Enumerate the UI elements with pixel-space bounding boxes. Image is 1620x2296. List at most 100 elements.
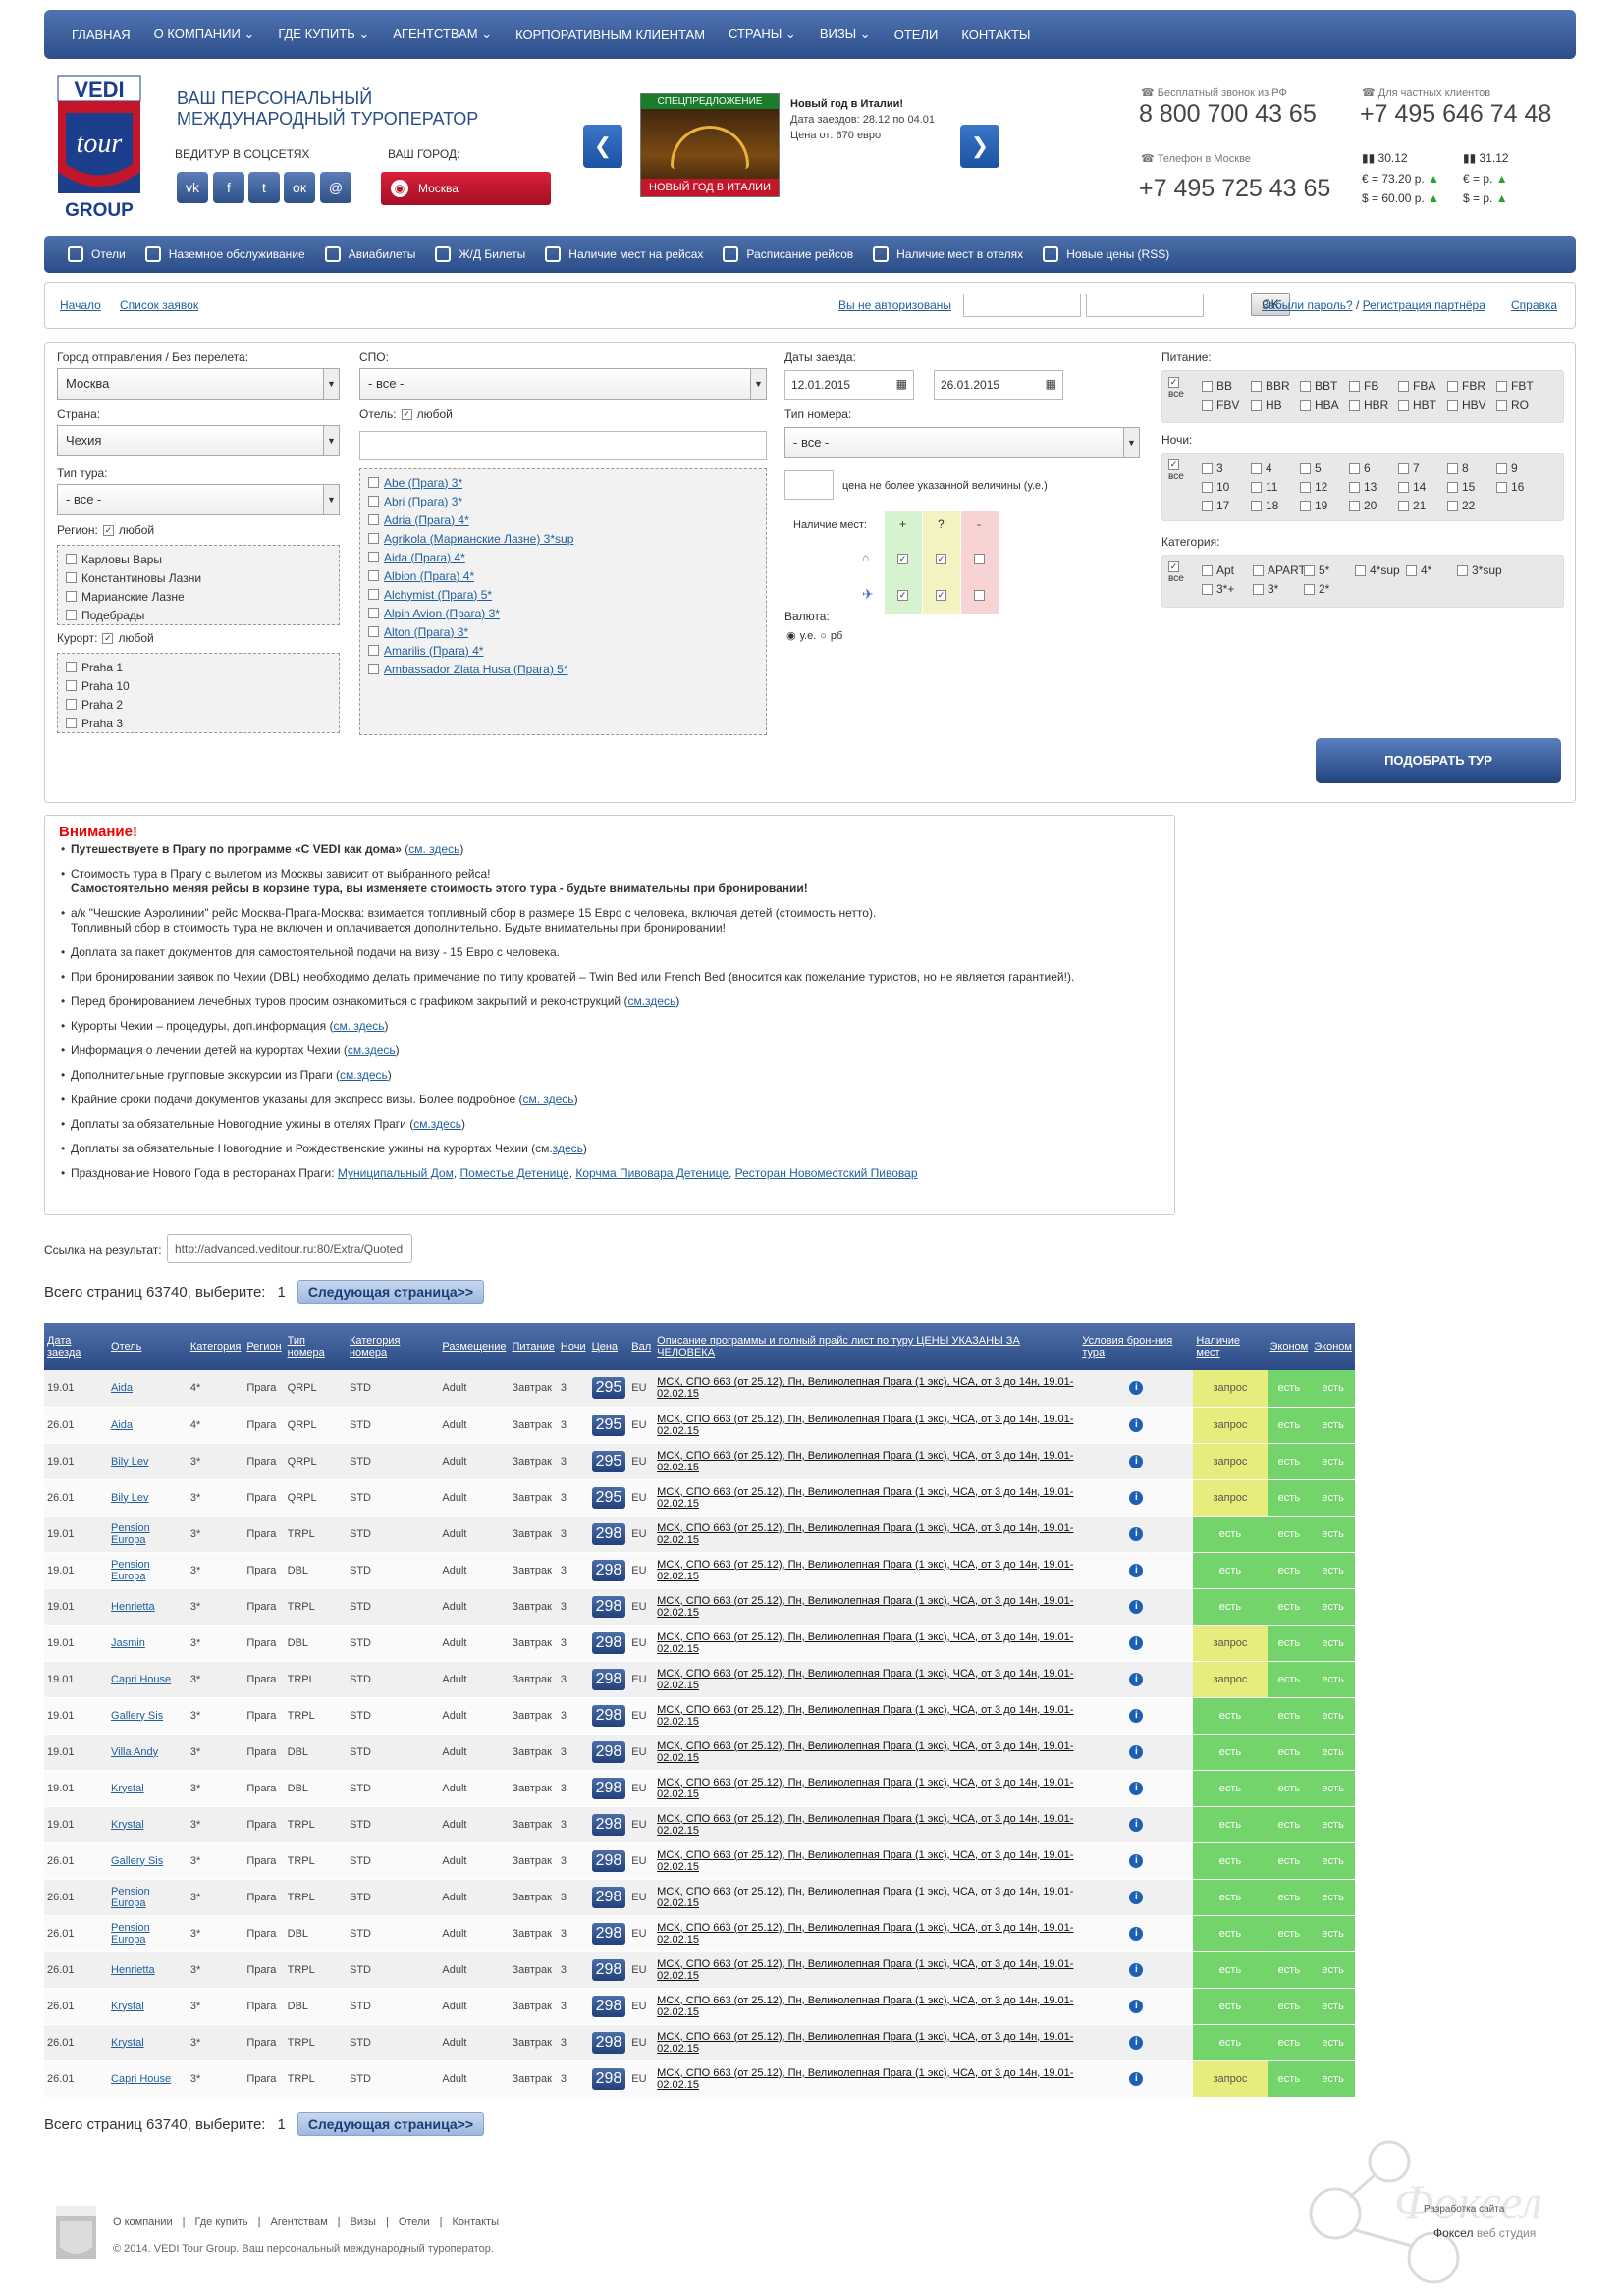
tour-type-select[interactable]: - все - ▼ (57, 484, 340, 515)
list-checkbox[interactable] (368, 589, 379, 600)
hotel-link[interactable]: Gallery Sis (111, 1710, 163, 1722)
subnav-item[interactable]: Наличие мест в отелях (863, 246, 1033, 262)
option[interactable]: 3*+ (1202, 582, 1234, 596)
info-icon[interactable]: i (1129, 1890, 1144, 1904)
option[interactable]: FBR (1447, 379, 1485, 393)
column-header[interactable]: Условия брон-ния тура (1079, 1323, 1194, 1370)
list-checkbox[interactable] (368, 496, 379, 507)
avail-hotel-q-checkbox[interactable]: ✓ (936, 554, 946, 564)
option[interactable]: 21 (1398, 499, 1426, 512)
list-item[interactable]: Подебрады (58, 606, 339, 624)
column-header[interactable]: Ночи (557, 1323, 589, 1370)
footer-link[interactable]: Отели (399, 2216, 430, 2228)
price-button[interactable]: 295 (591, 1377, 626, 1400)
list-checkbox[interactable] (368, 608, 379, 618)
hotel-link[interactable]: Krystal (111, 2001, 144, 2012)
list-checkbox[interactable] (368, 514, 379, 525)
price-button[interactable]: 298 (591, 1813, 626, 1836)
list-checkbox[interactable] (368, 626, 379, 637)
option-checkbox[interactable] (1355, 564, 1366, 576)
option-checkbox[interactable] (1398, 380, 1409, 392)
login-input[interactable] (963, 294, 1081, 317)
list-item[interactable]: Agrikola (Марианские Лазне) 3*sup (360, 529, 766, 548)
option[interactable]: 13 (1349, 480, 1377, 494)
column-header[interactable]: Питание (509, 1323, 558, 1370)
info-icon[interactable]: i (1129, 1599, 1144, 1614)
footer-link[interactable]: Где купить (195, 2216, 248, 2228)
not-authorized-link[interactable]: Вы не авторизованы (838, 298, 951, 312)
price-button[interactable]: 298 (591, 1740, 626, 1763)
subnav-item[interactable]: Авиабилеты (315, 246, 426, 262)
option-checkbox[interactable] (1253, 583, 1264, 595)
column-header[interactable]: Эконом (1267, 1323, 1312, 1370)
hotel-link[interactable]: Krystal (111, 1819, 144, 1831)
option[interactable]: 11 (1251, 480, 1277, 494)
info-icon[interactable]: i (1129, 1490, 1144, 1505)
list-checkbox[interactable] (368, 570, 379, 581)
list-checkbox[interactable] (66, 680, 77, 691)
option-checkbox[interactable] (1349, 500, 1360, 511)
room-type-select[interactable]: - все - ▼ (784, 427, 1140, 458)
list-checkbox[interactable] (368, 552, 379, 562)
option[interactable]: FB (1349, 379, 1378, 393)
option-checkbox[interactable] (1457, 564, 1468, 576)
option[interactable]: 3* (1253, 582, 1278, 596)
next-page-button[interactable]: Следующая страница>> (297, 1280, 485, 1304)
column-header[interactable]: Отель (108, 1323, 188, 1370)
price-button[interactable]: 298 (591, 1559, 626, 1581)
resort-list[interactable]: Praha 1 Praha 10 Praha 2 Praha 3 (57, 653, 340, 733)
option[interactable]: 4* (1406, 563, 1431, 577)
option-checkbox[interactable] (1304, 564, 1315, 576)
info-icon[interactable]: i (1129, 1454, 1144, 1468)
option[interactable]: 3*sup (1457, 563, 1502, 577)
option[interactable]: Apt (1202, 563, 1234, 577)
partner-registration-link[interactable]: Регистрация партнёра (1363, 298, 1485, 312)
topnav-item[interactable]: СТРАНЫ ⌄ (717, 27, 808, 42)
calendar-icon[interactable]: ▦ (1046, 377, 1056, 391)
option-checkbox[interactable] (1304, 583, 1315, 595)
option[interactable]: 6 (1349, 461, 1371, 475)
option-checkbox[interactable] (1447, 400, 1458, 411)
option[interactable]: RO (1496, 399, 1529, 412)
subnav-item[interactable]: Новые цены (RSS) (1033, 246, 1179, 262)
price-button[interactable]: 298 (591, 1922, 626, 1945)
option[interactable]: 9 (1496, 461, 1518, 475)
tour-description-link[interactable]: МСК, СПО 663 (от 25.12), Пн, Великолепна… (657, 1668, 1073, 1691)
list-checkbox[interactable] (368, 533, 379, 544)
list-item[interactable]: Карловы Вары (58, 550, 339, 568)
departure-select[interactable]: Москва ▼ (57, 368, 340, 400)
column-header[interactable]: Регион (243, 1323, 285, 1370)
option-checkbox[interactable] (1202, 400, 1213, 411)
column-header[interactable]: Категория номера (346, 1323, 440, 1370)
info-icon[interactable]: i (1129, 1781, 1144, 1795)
option[interactable]: 17 (1202, 499, 1229, 512)
option-checkbox[interactable] (1398, 400, 1409, 411)
price-button[interactable]: 298 (591, 1995, 626, 2017)
list-checkbox[interactable] (368, 645, 379, 656)
topnav-item[interactable]: КОНТАКТЫ (949, 27, 1042, 42)
notice-link[interactable]: Муниципальный Дом (338, 1166, 454, 1180)
hotel-link[interactable]: Pension Europa (111, 1886, 150, 1909)
option[interactable]: 20 (1349, 499, 1377, 512)
notice-link[interactable]: см.здесь (340, 1068, 388, 1082)
list-checkbox[interactable] (368, 477, 379, 488)
subnav-item[interactable]: Наземное обслуживание (135, 246, 315, 262)
option[interactable]: 22 (1447, 499, 1475, 512)
price-button[interactable]: 298 (591, 1886, 626, 1908)
hotel-link[interactable]: Jasmin (111, 1637, 145, 1649)
tour-description-link[interactable]: МСК, СПО 663 (от 25.12), Пн, Великолепна… (657, 1631, 1073, 1655)
option-checkbox[interactable] (1251, 400, 1262, 411)
info-icon[interactable]: i (1129, 1526, 1144, 1541)
orders-list-link[interactable]: Список заявок (120, 298, 198, 312)
topnav-item[interactable]: ВИЗЫ ⌄ (808, 27, 883, 42)
option-checkbox[interactable] (1349, 462, 1360, 474)
price-button[interactable]: 298 (591, 1522, 626, 1545)
tour-description-link[interactable]: МСК, СПО 663 (от 25.12), Пн, Великолепна… (657, 1886, 1073, 1909)
option-checkbox[interactable] (1300, 500, 1311, 511)
vk-icon[interactable]: vk (177, 172, 208, 203)
option-checkbox[interactable] (1253, 564, 1264, 576)
tour-description-link[interactable]: МСК, СПО 663 (от 25.12), Пн, Великолепна… (657, 2031, 1073, 2055)
hotel-link[interactable]: Henrietta (111, 1601, 155, 1613)
hotel-link[interactable]: Krystal (111, 1783, 144, 1794)
option[interactable]: 19 (1300, 499, 1327, 512)
